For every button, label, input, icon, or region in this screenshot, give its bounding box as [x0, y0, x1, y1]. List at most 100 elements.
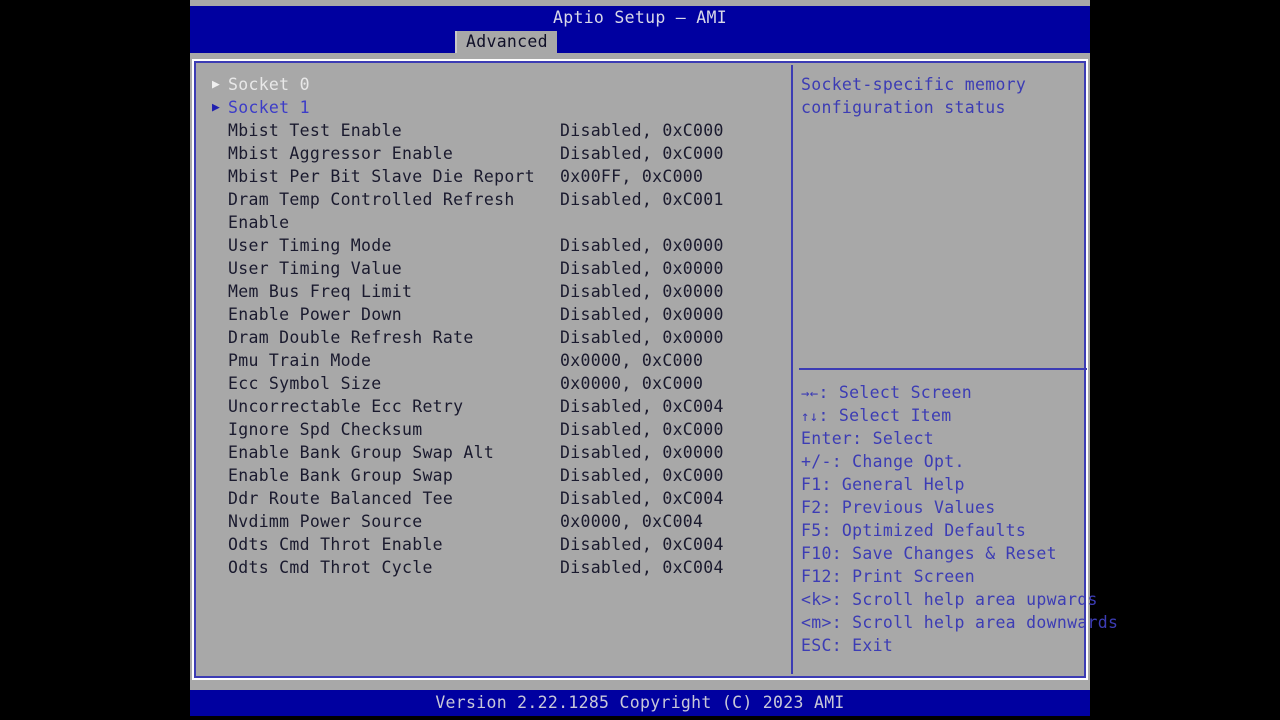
- settings-row[interactable]: ▶ Socket 0: [202, 73, 787, 96]
- status-bar: Version 2.22.1285 Copyright (C) 2023 AMI: [190, 690, 1090, 716]
- page-title: Aptio Setup – AMI: [553, 8, 727, 27]
- setting-label: Ecc Symbol Size: [228, 374, 382, 393]
- settings-row[interactable]: Mbist Test Enable Disabled, 0xC000: [202, 119, 787, 142]
- settings-list[interactable]: ▶ Socket 0 ▶ Socket 1 Mbist Test Enable Disab…: [202, 73, 787, 672]
- settings-row[interactable]: Enable Bank Group Swap Disabled, 0xC000: [202, 464, 787, 487]
- settings-row[interactable]: Ignore Spd Checksum Disabled, 0xC000: [202, 418, 787, 441]
- setting-value[interactable]: Disabled, 0xC004: [560, 395, 724, 418]
- key-legend-row: ↑↓: Select Item: [801, 404, 1086, 427]
- settings-row[interactable]: Mbist Per Bit Slave Die Report 0x00FF, 0x…: [202, 165, 787, 188]
- setting-value[interactable]: Disabled, 0x0000: [560, 303, 724, 326]
- settings-row[interactable]: Mbist Aggressor Enable Disabled, 0xC000: [202, 142, 787, 165]
- version-text: Version 2.22.1285 Copyright (C) 2023 AMI: [435, 693, 845, 712]
- setting-label: User Timing Mode: [228, 236, 392, 255]
- help-separator: [799, 368, 1087, 370]
- tab-advanced[interactable]: Advanced: [455, 31, 557, 53]
- settings-row[interactable]: Enable Bank Group Swap Alt Disabled, 0x00…: [202, 441, 787, 464]
- settings-row[interactable]: Dram Temp Controlled Refresh Disabled, 0x…: [202, 188, 787, 211]
- setting-value[interactable]: 0x0000, 0xC000: [560, 372, 703, 395]
- setting-value[interactable]: Disabled, 0xC004: [560, 556, 724, 579]
- setting-value[interactable]: Disabled, 0x0000: [560, 234, 724, 257]
- setting-label: Dram Temp Controlled Refresh: [228, 190, 515, 209]
- key-legend-row: F5: Optimized Defaults: [801, 519, 1086, 542]
- key-legend-text: F12: Print Screen: [801, 567, 975, 586]
- content-frame: ▶ Socket 0 ▶ Socket 1 Mbist Test Enable Disab…: [192, 59, 1118, 680]
- submenu-arrow-icon: ▶: [212, 77, 221, 92]
- setting-label: Mbist Aggressor Enable: [228, 144, 454, 163]
- key-legend-row: F10: Save Changes & Reset: [801, 542, 1086, 565]
- panel-divider: [791, 65, 793, 674]
- key-legend-text: F1: General Help: [801, 475, 965, 494]
- key-legend-row: F1: General Help: [801, 473, 1086, 496]
- key-legend-text: <k>: Scroll help area upwards: [801, 590, 1098, 609]
- help-panel: Socket-specific memory configuration sta…: [797, 73, 1118, 672]
- key-legend-row: <m>: Scroll help area downwards: [801, 611, 1118, 634]
- setting-label: Enable Bank Group Swap: [228, 466, 454, 485]
- settings-row[interactable]: Ecc Symbol Size 0x0000, 0xC000: [202, 372, 787, 395]
- key-legend-row: F2: Previous Values: [801, 496, 1086, 519]
- setting-value[interactable]: Disabled, 0x0000: [560, 326, 724, 349]
- settings-row[interactable]: Enable Power Down Disabled, 0x0000: [202, 303, 787, 326]
- key-legend-text: +/-: Change Opt.: [801, 452, 965, 471]
- setting-value[interactable]: 0x0000, 0xC000: [560, 349, 703, 372]
- setting-label: Odts Cmd Throt Cycle: [228, 558, 433, 577]
- arrow-keys-icon: →←: [801, 386, 819, 402]
- settings-row[interactable]: Enable: [202, 211, 787, 234]
- key-legend-row: Enter: Select: [801, 427, 1086, 450]
- setting-label: Enable: [228, 213, 290, 232]
- bios-setup-screen: Aptio Setup – AMI Advanced ▶ Socket 0 ▶ Soc…: [190, 0, 1118, 716]
- setting-value[interactable]: Disabled, 0xC000: [560, 142, 724, 165]
- key-legend-row: <k>: Scroll help area upwards: [801, 588, 1097, 611]
- key-legend-text: ESC: Exit: [801, 636, 894, 655]
- settings-row[interactable]: Nvdimm Power Source 0x0000, 0xC004: [202, 510, 787, 533]
- setting-value[interactable]: Disabled, 0xC001: [560, 188, 724, 211]
- key-legend-row: F12: Print Screen: [801, 565, 1086, 588]
- setting-label: Nvdimm Power Source: [228, 512, 423, 531]
- help-description: Socket-specific memory configuration sta…: [801, 75, 1027, 117]
- settings-row[interactable]: ▶ Socket 1: [202, 96, 787, 119]
- setting-label: User Timing Value: [228, 259, 402, 278]
- setting-label: Odts Cmd Throt Enable: [228, 535, 443, 554]
- setting-label: Ignore Spd Checksum: [228, 420, 423, 439]
- settings-row[interactable]: Dram Double Refresh Rate Disabled, 0x0000: [202, 326, 787, 349]
- key-legend-text: <m>: Scroll help area downwards: [801, 613, 1119, 632]
- setting-label: Socket 1: [228, 98, 310, 117]
- settings-row[interactable]: Mem Bus Freq Limit Disabled, 0x0000: [202, 280, 787, 303]
- key-legend-row: ESC: Exit: [801, 634, 1086, 657]
- key-legend-text: F10: Save Changes & Reset: [801, 544, 1057, 563]
- key-legend-row: →←: Select Screen: [801, 381, 1086, 404]
- settings-row[interactable]: Uncorrectable Ecc Retry Disabled, 0xC004: [202, 395, 787, 418]
- setting-value[interactable]: 0x00FF, 0xC000: [560, 165, 703, 188]
- setting-label: Enable Power Down: [228, 305, 402, 324]
- settings-row[interactable]: Odts Cmd Throt Enable Disabled, 0xC004: [202, 533, 787, 556]
- setting-value[interactable]: Disabled, 0x0000: [560, 280, 724, 303]
- key-legend-row: +/-: Change Opt.: [801, 450, 1086, 473]
- setting-value[interactable]: Disabled, 0xC000: [560, 418, 724, 441]
- setting-value[interactable]: Disabled, 0xC004: [560, 487, 724, 510]
- title-bar: Aptio Setup – AMI Advanced: [190, 6, 1090, 53]
- content-frame-inner: ▶ Socket 0 ▶ Socket 1 Mbist Test Enable Disab…: [194, 61, 1118, 678]
- setting-value[interactable]: Disabled, 0x0000: [560, 257, 724, 280]
- key-legend-text: Enter: Select: [801, 429, 935, 448]
- key-legend-text: F2: Previous Values: [801, 498, 996, 517]
- tab-bar: Advanced: [190, 31, 1090, 53]
- setting-value[interactable]: Disabled, 0xC000: [560, 119, 724, 142]
- key-legend: →←: Select Screen ↑↓: Select Item Enter: S…: [801, 381, 1118, 657]
- setting-value[interactable]: Disabled, 0xC000: [560, 464, 724, 487]
- setting-value[interactable]: Disabled, 0x0000: [560, 441, 724, 464]
- setting-label: Socket 0: [228, 75, 310, 94]
- setting-label: Dram Double Refresh Rate: [228, 328, 474, 347]
- settings-row[interactable]: User Timing Mode Disabled, 0x0000: [202, 234, 787, 257]
- key-legend-text: F5: Optimized Defaults: [801, 521, 1027, 540]
- setting-label: Enable Bank Group Swap Alt: [228, 443, 495, 462]
- settings-row[interactable]: Odts Cmd Throt Cycle Disabled, 0xC004: [202, 556, 787, 579]
- setting-label: Uncorrectable Ecc Retry: [228, 397, 464, 416]
- setting-label: Mbist Per Bit Slave Die Report: [228, 167, 536, 186]
- settings-row[interactable]: Pmu Train Mode 0x0000, 0xC000: [202, 349, 787, 372]
- setting-label: Mbist Test Enable: [228, 121, 402, 140]
- setting-value[interactable]: Disabled, 0xC004: [560, 533, 724, 556]
- settings-row[interactable]: Ddr Route Balanced Tee Disabled, 0xC004: [202, 487, 787, 510]
- setting-label: Mem Bus Freq Limit: [228, 282, 413, 301]
- setting-value[interactable]: 0x0000, 0xC004: [560, 510, 703, 533]
- settings-row[interactable]: User Timing Value Disabled, 0x0000: [202, 257, 787, 280]
